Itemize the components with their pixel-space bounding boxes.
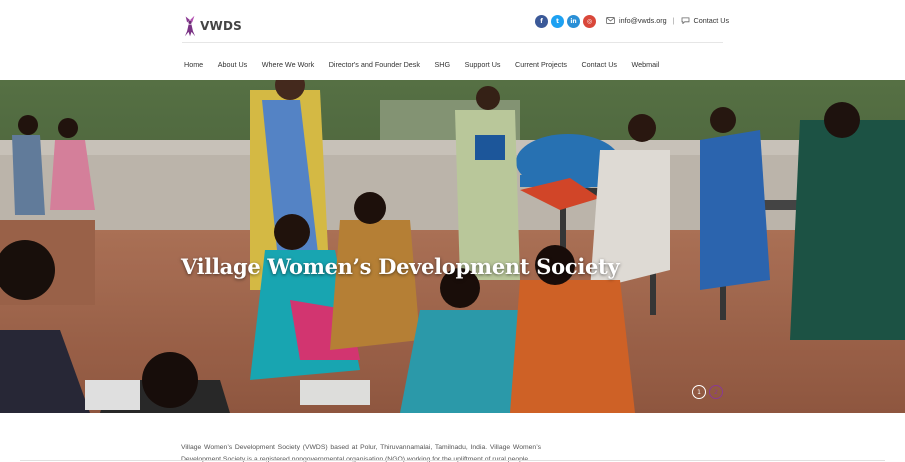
- linkedin-icon[interactable]: in: [567, 15, 580, 28]
- nav-directors-desk[interactable]: Director's and Founder Desk: [329, 60, 420, 69]
- nav-support-us[interactable]: Support Us: [465, 60, 501, 69]
- nav-webmail[interactable]: Webmail: [632, 60, 660, 69]
- header-divider: [182, 42, 723, 43]
- contact-bar: info@vwds.org | Contact Us: [606, 16, 729, 25]
- nav-contact-us[interactable]: Contact Us: [581, 60, 617, 69]
- hero-title: Village Women’s Development Society: [181, 254, 620, 279]
- twitter-icon[interactable]: t: [551, 15, 564, 28]
- site-logo[interactable]: VWDS: [182, 10, 242, 42]
- bottom-divider: [20, 460, 885, 461]
- nav-home[interactable]: Home: [184, 60, 203, 69]
- contact-us-link[interactable]: Contact Us: [694, 16, 730, 25]
- slide-dot-1[interactable]: 1: [692, 385, 706, 399]
- site-header: VWDS f t in ◎ info@vwds.org | Contact Us Ho…: [0, 0, 905, 80]
- nav-current-projects[interactable]: Current Projects: [515, 60, 567, 69]
- nav-shg[interactable]: SHG: [434, 60, 450, 69]
- logo-figure-icon: [184, 15, 196, 37]
- email-icon: [606, 17, 615, 24]
- logo-text: VWDS: [200, 19, 242, 33]
- instagram-icon[interactable]: ◎: [583, 15, 596, 28]
- main-nav: Home About Us Where We Work Director's a…: [184, 60, 674, 69]
- nav-about-us[interactable]: About Us: [218, 60, 248, 69]
- nav-where-we-work[interactable]: Where We Work: [262, 60, 314, 69]
- contact-separator: |: [672, 16, 675, 25]
- slide-dot-2[interactable]: 2: [709, 385, 723, 399]
- chat-icon: [681, 17, 689, 24]
- social-links: f t in ◎: [535, 15, 596, 28]
- hero-photo: [0, 80, 905, 413]
- slider-pager: 1 2: [692, 385, 723, 399]
- intro-paragraph: Village Women’s Development Society (VWD…: [181, 444, 541, 462]
- facebook-icon[interactable]: f: [535, 15, 548, 28]
- email-link[interactable]: info@vwds.org: [619, 16, 667, 25]
- hero-slider: Village Women’s Development Society 1 2: [0, 80, 905, 413]
